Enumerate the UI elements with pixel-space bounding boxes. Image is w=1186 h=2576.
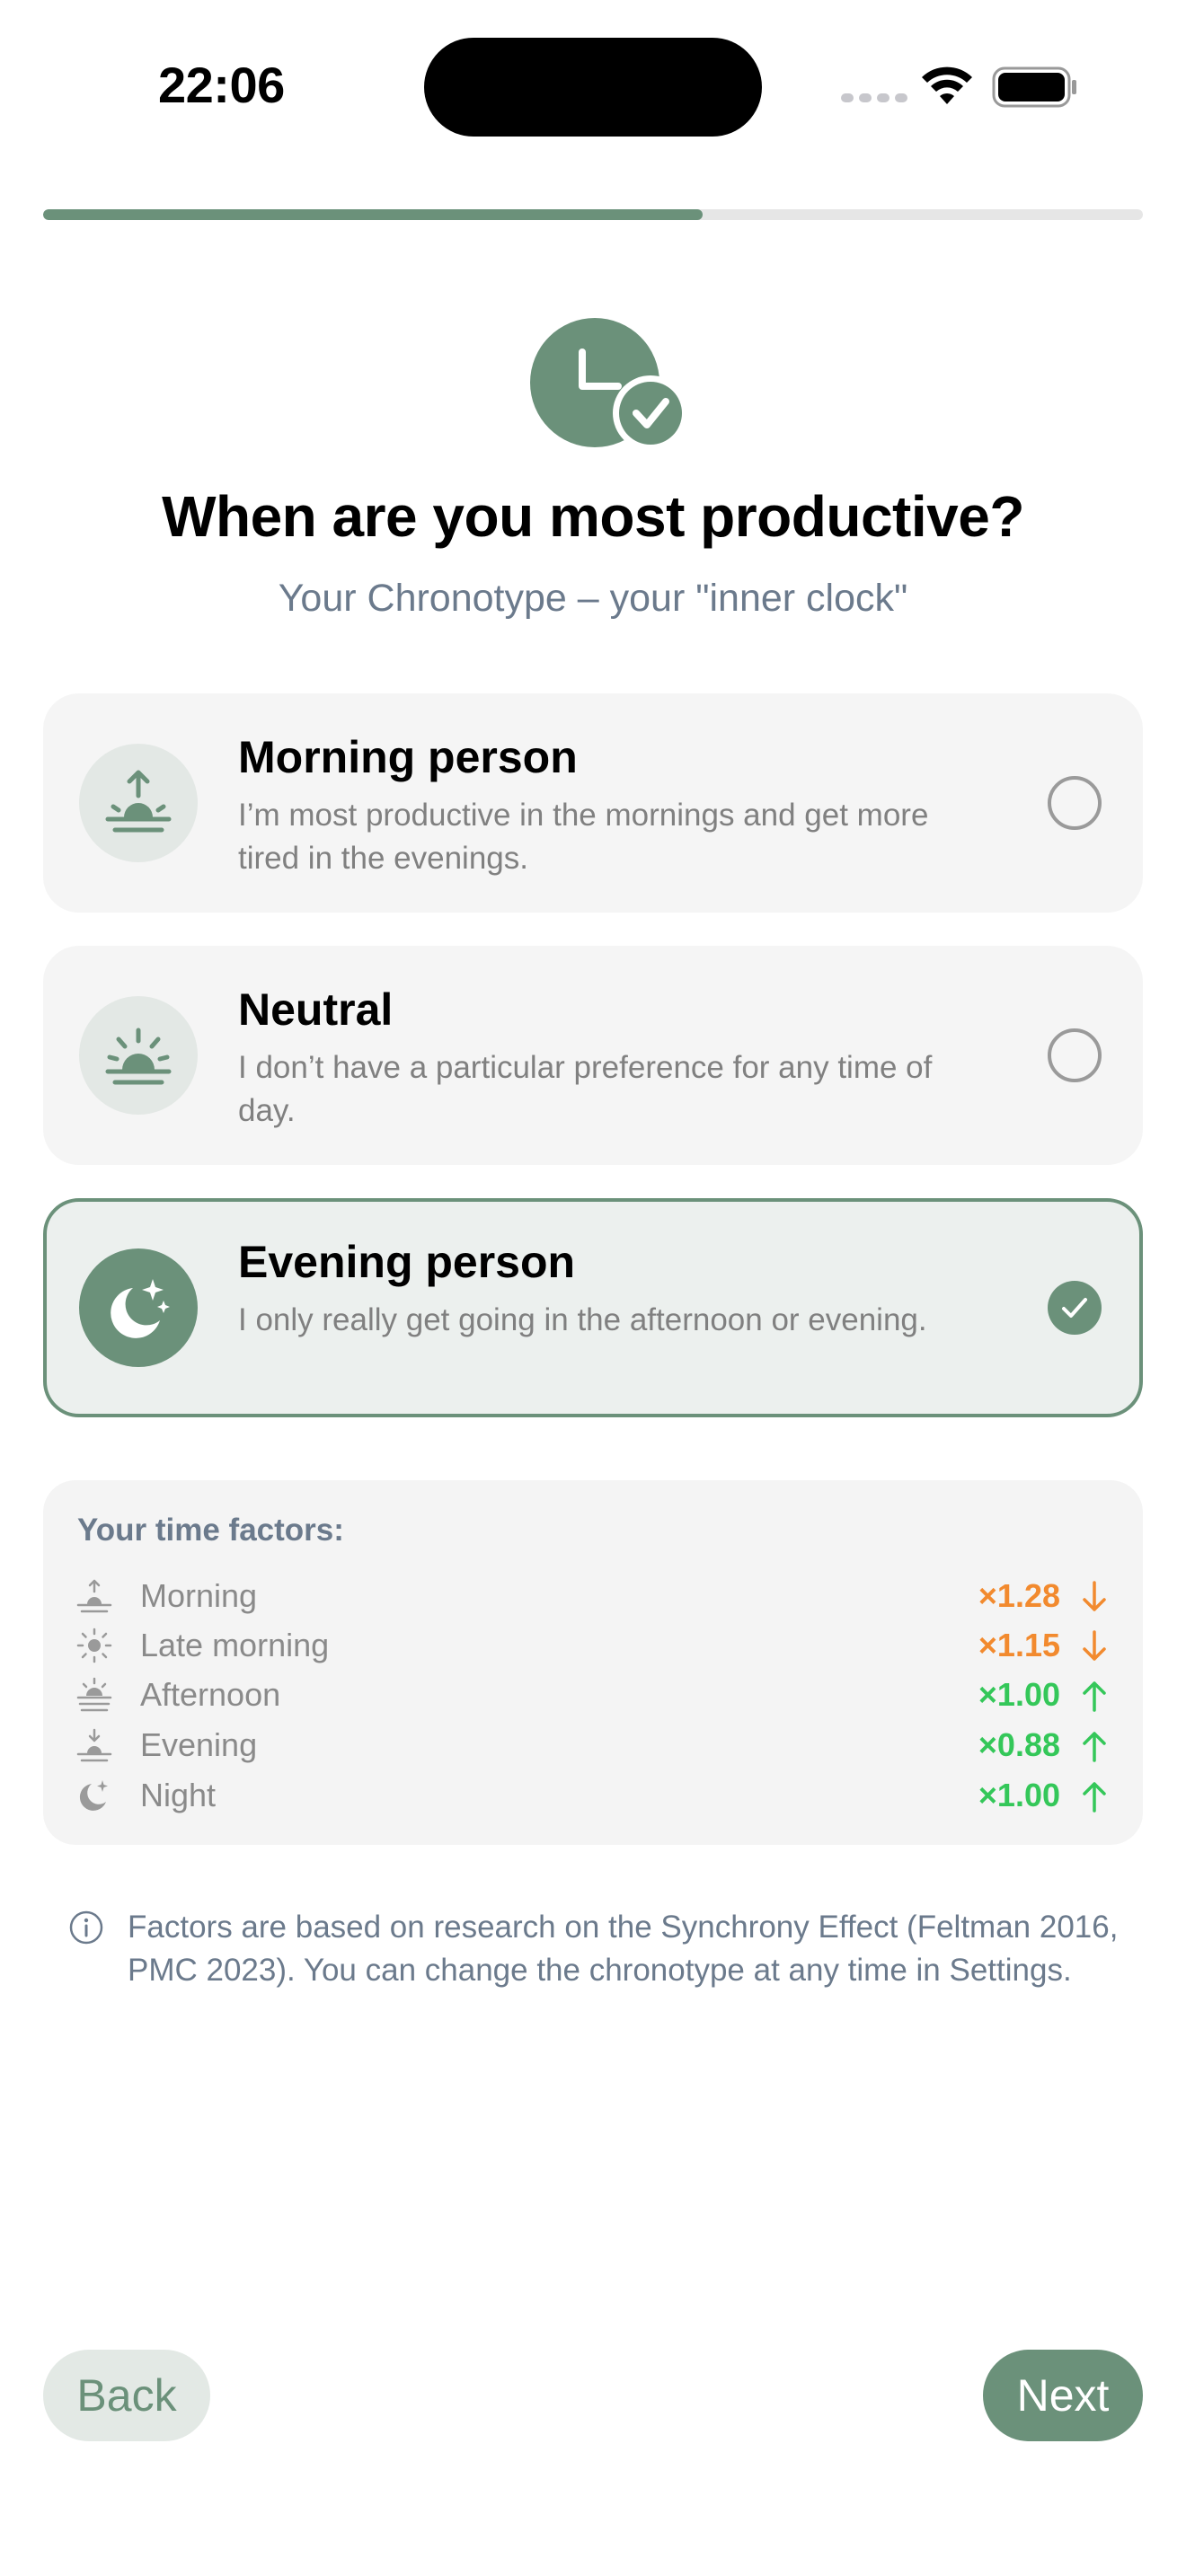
factor-value: ×0.88: [978, 1726, 1060, 1763]
arrow-up-icon: [1083, 1681, 1106, 1712]
arrow-down-icon: [1083, 1630, 1106, 1661]
factor-row-late-morning: Late morning ×1.15: [75, 1623, 1111, 1668]
option-title: Neutral: [238, 984, 394, 1035]
option-description: I’m most productive in the mornings and …: [238, 798, 929, 876]
option-evening-person[interactable]: Evening person I only really get going i…: [43, 1198, 1143, 1417]
page-title: When are you most productive?: [162, 484, 1024, 549]
sun-horizon-icon: [105, 1028, 172, 1085]
option-description: I only really get going in the afternoon…: [238, 1302, 927, 1337]
option-icon-circle: [79, 744, 198, 862]
factor-label: Morning: [140, 1577, 258, 1614]
option-title: Morning person: [238, 732, 578, 782]
sunrise-icon: [105, 770, 172, 833]
option-neutral[interactable]: Neutral I don’t have a particular prefer…: [43, 946, 1143, 1165]
moon-stars-icon: [79, 1780, 108, 1811]
progress-fill: [43, 209, 704, 220]
sun-haze-icon: [76, 1677, 112, 1712]
factor-label: Night: [140, 1777, 217, 1813]
arrow-down-icon: [1083, 1581, 1106, 1611]
info-icon: [69, 1910, 103, 1945]
factor-value: ×1.28: [978, 1577, 1060, 1614]
checkmark-icon: [1062, 1298, 1087, 1318]
option-morning-person[interactable]: Morning person I’m most productive in th…: [43, 693, 1143, 913]
option-icon-circle: [79, 1248, 198, 1367]
onboarding-progress-bar: [43, 209, 1143, 220]
cellular-signal-icon: [841, 93, 907, 102]
radio-selected[interactable]: [1048, 1281, 1102, 1335]
radio-unselected[interactable]: [1048, 776, 1102, 830]
factor-row-night: Night ×1.00: [75, 1773, 1111, 1818]
sunrise-icon: [76, 1579, 112, 1613]
time-factors-title: Your time factors:: [77, 1513, 344, 1548]
factor-row-evening: Evening ×0.88: [75, 1723, 1111, 1768]
next-button[interactable]: Next: [983, 2350, 1143, 2441]
page-subtitle: Your Chronotype – your "inner clock": [278, 577, 908, 620]
time-factors-panel: Your time factors: Morning ×1.28 Late mo…: [43, 1480, 1143, 1845]
factor-label: Evening: [140, 1726, 258, 1763]
clock-check-icon: [530, 318, 683, 449]
radio-unselected[interactable]: [1048, 1028, 1102, 1082]
factor-row-afternoon: Afternoon ×1.00: [75, 1672, 1111, 1717]
factor-value: ×1.00: [978, 1676, 1060, 1713]
arrow-up-icon: [1083, 1782, 1106, 1813]
factor-row-morning: Morning ×1.28: [75, 1574, 1111, 1619]
arrow-up-icon: [1083, 1732, 1106, 1762]
factor-value: ×1.15: [978, 1627, 1060, 1663]
battery-icon: [992, 66, 1076, 108]
factor-label: Afternoon: [140, 1676, 281, 1713]
option-description: I don’t have a particular preference for…: [238, 1050, 933, 1128]
sun-icon: [76, 1628, 112, 1663]
factor-label: Late morning: [140, 1627, 330, 1663]
status-time: 22:06: [158, 57, 285, 113]
wifi-icon: [922, 66, 972, 104]
moon-stars-icon: [111, 1279, 170, 1338]
option-title: Evening person: [238, 1237, 576, 1287]
status-bar: 22:06: [0, 0, 1186, 180]
dynamic-island: [424, 38, 762, 137]
sunset-icon: [76, 1728, 112, 1762]
info-note: Factors are based on research on the Syn…: [128, 1910, 1119, 1988]
factor-value: ×1.00: [978, 1777, 1060, 1813]
back-button[interactable]: Back: [43, 2350, 210, 2441]
option-icon-circle: [79, 996, 198, 1115]
